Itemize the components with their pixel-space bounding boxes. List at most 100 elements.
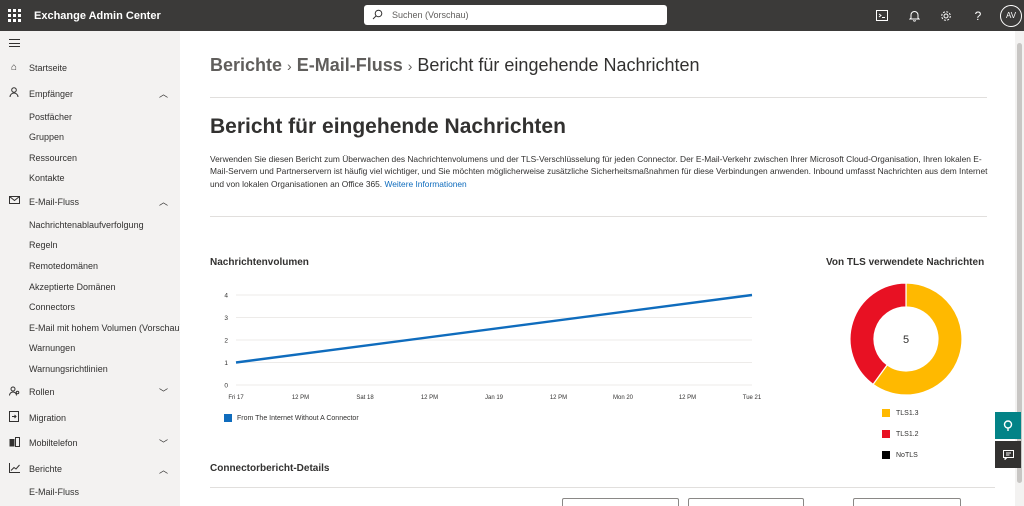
search-box[interactable]: Suchen (Vorschau) — [364, 5, 667, 25]
top-bar: Exchange Admin Center Suchen (Vorschau) … — [0, 0, 1024, 31]
pie-legend-item[interactable]: NoTLS — [882, 451, 918, 459]
sidebar: ⌂ Startseite Empfänger ︿ Postfächer Grup… — [0, 31, 180, 506]
sidebar-subitem-message-trace[interactable]: Nachrichtenablaufverfolgung — [0, 214, 180, 235]
bell-icon[interactable] — [898, 0, 930, 31]
legend-swatch — [882, 451, 890, 459]
person-icon — [8, 87, 20, 100]
sidebar-subitem-mail-flow-reports[interactable]: E-Mail-Fluss — [0, 482, 180, 503]
tls-donut-chart: 5 — [849, 282, 963, 396]
sidebar-item-mail-flow[interactable]: E-Mail-Fluss ︿ — [0, 189, 180, 215]
mail-icon — [8, 196, 20, 207]
mobile-icon — [8, 436, 20, 450]
x-tick-label: Mon 20 — [613, 395, 634, 401]
y-tick-label: 0 — [224, 383, 228, 390]
sidebar-subitem-remote-domains[interactable]: Remotedomänen — [0, 256, 180, 277]
waffle-icon — [7, 9, 21, 22]
sidebar-subitem-groups[interactable]: Gruppen — [0, 127, 180, 148]
main-content: Berichte › E-Mail-Fluss › Bericht für ei… — [180, 31, 1015, 506]
filter-dropdown[interactable] — [562, 498, 679, 506]
chevron-up-icon: ︿ — [158, 464, 168, 475]
legend-swatch — [882, 409, 890, 417]
sidebar-subitem-connectors[interactable]: Connectors — [0, 297, 180, 318]
y-tick-label: 3 — [224, 315, 228, 322]
connector-toolbar — [210, 487, 995, 506]
sidebar-subitem-rules[interactable]: Regeln — [0, 235, 180, 256]
volume-chart-title: Nachrichtenvolumen — [210, 257, 309, 268]
help-icon[interactable]: ? — [962, 0, 994, 31]
page-description: Verwenden Sie diesen Bericht zum Überwac… — [210, 153, 992, 190]
filter-dropdown[interactable] — [688, 498, 804, 506]
tls-chart-title: Von TLS verwendete Nachrichten — [826, 257, 985, 268]
sidebar-item-roles[interactable]: Rollen ﹀ — [0, 379, 180, 405]
legend-swatch — [224, 414, 232, 422]
x-tick-label: Sat 18 — [356, 395, 374, 401]
pie-legend-item[interactable]: TLS1.3 — [882, 409, 919, 417]
sidebar-item-label: Migration — [29, 412, 67, 423]
pie-slice[interactable] — [849, 282, 907, 386]
x-tick-label: 12 PM — [679, 395, 696, 401]
search-icon — [372, 9, 384, 21]
series-line — [235, 293, 753, 364]
y-tick-label: 4 — [224, 293, 228, 300]
sidebar-item-label: Berichte — [29, 464, 63, 475]
sidebar-subitem-accepted-domains[interactable]: Akzeptierte Domänen — [0, 276, 180, 297]
app-launcher-button[interactable] — [0, 0, 28, 31]
x-tick-label: 12 PM — [421, 395, 438, 401]
sidebar-subitem-resources[interactable]: Ressourcen — [0, 148, 180, 169]
x-tick-label: 12 PM — [292, 395, 309, 401]
app-title[interactable]: Exchange Admin Center — [34, 10, 161, 22]
roles-icon — [8, 386, 20, 399]
search-input[interactable]: Suchen (Vorschau) — [392, 10, 469, 20]
sidebar-item-reports[interactable]: Berichte ︿ — [0, 456, 180, 482]
gear-icon[interactable] — [930, 0, 962, 31]
sidebar-item-label: Empfänger — [29, 88, 74, 99]
breadcrumb-link-reports[interactable]: Berichte — [210, 55, 282, 76]
home-icon: ⌂ — [10, 62, 18, 74]
description-text: Verwenden Sie diesen Bericht zum Überwac… — [210, 154, 988, 189]
chevron-down-icon: ﹀ — [158, 387, 168, 398]
nav-toggle-button[interactable] — [0, 31, 180, 55]
sidebar-item-label: Startseite — [29, 62, 68, 73]
sidebar-item-home[interactable]: ⌂ Startseite — [0, 55, 180, 81]
legend-swatch — [882, 430, 890, 438]
feedback-icon[interactable] — [995, 412, 1021, 439]
chevron-right-icon: › — [407, 57, 413, 74]
pie-legend-label: NoTLS — [896, 451, 918, 459]
chart-legend[interactable]: From The Internet Without A Connector — [224, 414, 359, 422]
sidebar-subitem-high-volume-email[interactable]: E-Mail mit hohem Volumen (Vorschau) — [0, 317, 180, 338]
donut-center-label: 5 — [903, 334, 909, 346]
sidebar-item-mobile[interactable]: Mobiltelefon ﹀ — [0, 431, 180, 457]
hamburger-icon — [9, 39, 20, 47]
chevron-up-icon: ︿ — [158, 89, 168, 100]
breadcrumb-current: Bericht für eingehende Nachrichten — [417, 55, 700, 75]
chat-icon[interactable] — [995, 441, 1021, 468]
y-tick-label: 1 — [224, 360, 228, 367]
sidebar-item-label: Rollen — [29, 387, 55, 398]
divider — [210, 216, 987, 217]
x-tick-label: Fri 17 — [228, 395, 244, 401]
chevron-right-icon: › — [287, 57, 292, 74]
reports-icon — [8, 462, 20, 476]
migration-icon — [8, 410, 20, 425]
legend-label: From The Internet Without A Connector — [237, 414, 359, 422]
sidebar-item-migration[interactable]: Migration — [0, 405, 180, 431]
breadcrumb-link-mail-flow[interactable]: E-Mail-Fluss — [297, 55, 403, 76]
x-tick-label: 12 PM — [550, 395, 567, 401]
learn-more-link[interactable]: Weitere Informationen — [384, 179, 466, 189]
search-input[interactable] — [853, 498, 961, 506]
terminal-icon[interactable] — [866, 0, 898, 31]
pie-legend-item[interactable]: TLS1.2 — [882, 430, 919, 438]
sidebar-subitem-mailboxes[interactable]: Postfächer — [0, 106, 180, 127]
connector-details-title: Connectorbericht-Details — [210, 463, 330, 474]
y-tick-label: 2 — [224, 338, 228, 345]
sidebar-subitem-alert-policies[interactable]: Warnungsrichtlinien — [0, 359, 180, 380]
x-tick-label: Tue 21 — [743, 395, 762, 401]
sidebar-subitem-contacts[interactable]: Kontakte — [0, 168, 180, 189]
avatar[interactable]: AV — [1000, 4, 1022, 27]
pie-legend-label: TLS1.3 — [896, 409, 919, 417]
chevron-up-icon: ︿ — [158, 197, 168, 208]
sidebar-item-recipients[interactable]: Empfänger ︿ — [0, 81, 180, 107]
divider — [210, 97, 987, 98]
sidebar-subitem-alerts[interactable]: Warnungen — [0, 338, 180, 359]
breadcrumb: Berichte › E-Mail-Fluss › Bericht für ei… — [210, 55, 700, 76]
